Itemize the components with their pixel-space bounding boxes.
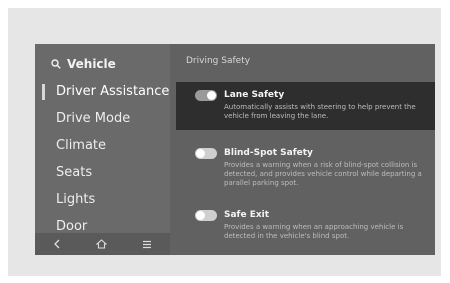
setting-title: Blind-Spot Safety [224,148,313,158]
menu-icon [143,240,152,248]
display-bezel: Vehicle Driver Assistance Drive Mode Cli… [8,8,441,276]
setting-title: Lane Safety [224,90,285,100]
sidebar-item-drive-mode[interactable]: Drive Mode [35,105,170,132]
sidebar-menu: Driver Assistance Drive Mode Climate Sea… [35,78,170,240]
setting-description: Automatically assists with steering to h… [224,103,416,120]
toggle-knob [207,91,216,100]
sidebar-item-lights[interactable]: Lights [35,186,170,213]
infotainment-screen: Vehicle Driver Assistance Drive Mode Cli… [35,44,435,255]
back-icon [53,239,60,249]
back-button[interactable] [53,239,61,249]
setting-title: Safe Exit [224,210,270,220]
safe-exit-toggle[interactable] [195,210,217,221]
sidebar-item-seats[interactable]: Seats [35,159,170,186]
setting-safe-exit[interactable]: Safe Exit Provides a warning when an app… [176,202,435,250]
toggle-knob [196,149,205,158]
setting-lane-safety[interactable]: Lane Safety Automatically assists with s… [176,82,435,130]
search-label: Vehicle [67,57,116,71]
lane-safety-toggle[interactable] [195,90,217,101]
home-icon [95,239,107,249]
section-title: Driving Safety [186,56,251,66]
sidebar-item-driver-assistance[interactable]: Driver Assistance [35,78,170,105]
menu-button[interactable] [142,240,152,249]
setting-description: Provides a warning when an approaching v… [224,223,404,240]
bottom-nav-bar [35,233,170,255]
sidebar: Vehicle Driver Assistance Drive Mode Cli… [35,44,170,255]
blind-spot-safety-toggle[interactable] [195,148,217,159]
home-button[interactable] [95,239,107,249]
setting-description: Provides a warning when a risk of blind-… [224,161,422,187]
toggle-knob [196,211,205,220]
setting-blind-spot-safety[interactable]: Blind-Spot Safety Provides a warning whe… [176,140,435,198]
search-icon [51,59,61,69]
search-button[interactable]: Vehicle [51,52,116,76]
sidebar-item-climate[interactable]: Climate [35,132,170,159]
